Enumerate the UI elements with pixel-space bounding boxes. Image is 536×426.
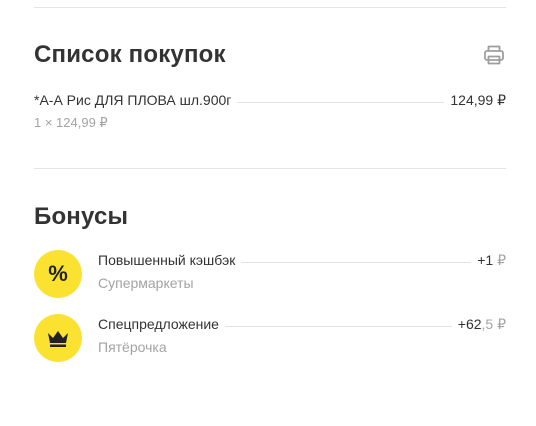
top-divider	[34, 7, 506, 8]
bonus-row: Повышенный кэшбэк +1 ₽	[98, 252, 506, 269]
purchases-title: Список покупок	[34, 41, 226, 68]
dotted-leader	[237, 102, 445, 103]
bonus-amount-main: +1	[477, 252, 494, 268]
percent-glyph: %	[48, 261, 68, 286]
bonus-content: Повышенный кэшбэк +1 ₽ Супермаркеты	[98, 252, 506, 291]
bonus-title: Повышенный кэшбэк	[98, 252, 236, 268]
dotted-leader	[241, 262, 472, 263]
bonus-item-cashback: % Повышенный кэшбэк +1 ₽ Супермаркеты	[34, 248, 506, 300]
bonus-row: Спецпредложение +62,5 ₽	[98, 316, 506, 333]
bonus-content: Спецпредложение +62,5 ₽ Пятёрочка	[98, 316, 506, 355]
bonus-amount: +62,5 ₽	[458, 316, 506, 333]
bonus-subtitle: Пятёрочка	[98, 339, 167, 355]
bonus-amount-suffix: ₽	[493, 252, 506, 268]
purchase-item: *А-А Рис ДЛЯ ПЛОВА шл.900г 124,99 ₽ 1 × …	[34, 92, 506, 131]
receipt-details: Список покупок *А-А Рис ДЛЯ ПЛОВА шл.900…	[0, 0, 536, 426]
print-button[interactable]	[482, 43, 506, 67]
crown-badge	[34, 314, 82, 362]
bonus-amount: +1 ₽	[477, 252, 506, 269]
printer-icon	[484, 45, 504, 65]
bonus-amount-main: +62	[457, 316, 482, 332]
purchase-item-name: *А-А Рис ДЛЯ ПЛОВА шл.900г	[34, 92, 232, 108]
bonus-subtitle: Супермаркеты	[98, 275, 194, 291]
bonus-item-special-offer: Спецпредложение +62,5 ₽ Пятёрочка	[34, 312, 506, 364]
dotted-leader	[224, 326, 452, 327]
percent-icon: %	[34, 250, 82, 298]
purchase-item-row: *А-А Рис ДЛЯ ПЛОВА шл.900г 124,99 ₽	[34, 92, 506, 109]
purchase-item-quantity: 1 × 124,99 ₽	[34, 115, 108, 130]
bonus-title: Спецпредложение	[98, 316, 219, 332]
bonuses-title: Бонусы	[34, 203, 129, 230]
crown-icon	[48, 331, 68, 347]
purchase-item-price: 124,99 ₽	[450, 92, 506, 108]
section-divider	[34, 168, 506, 169]
bonus-amount-suffix: ,5 ₽	[481, 316, 506, 332]
